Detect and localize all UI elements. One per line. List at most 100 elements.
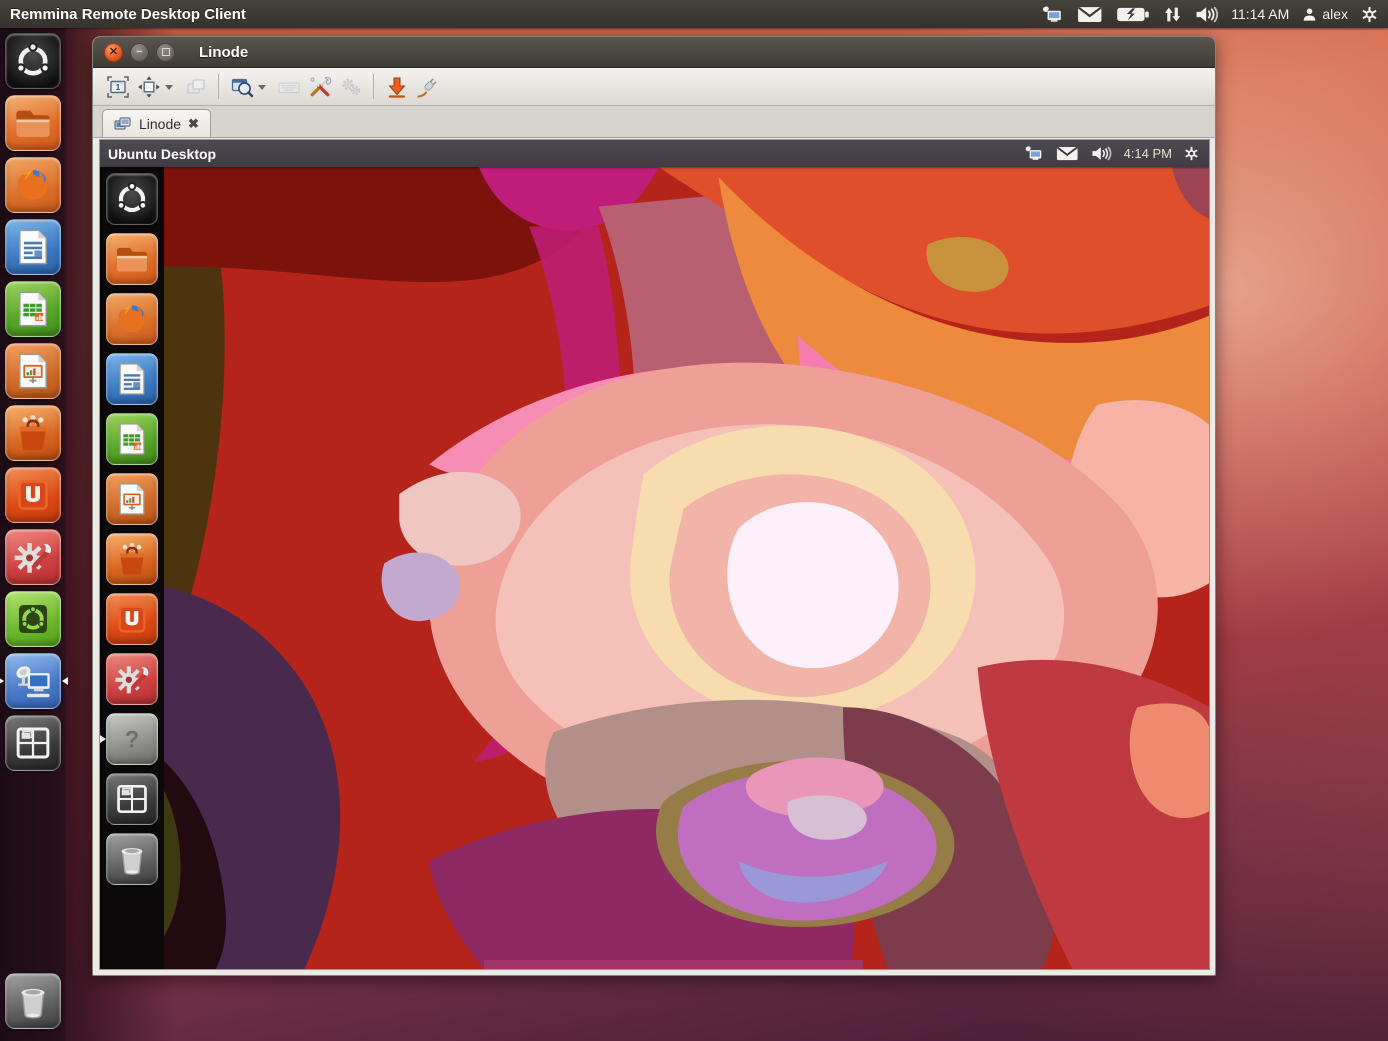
libreoffice-writer-icon <box>12 226 54 268</box>
workspace-switcher-icon <box>12 722 54 764</box>
launcher-item-system-settings[interactable] <box>5 529 61 585</box>
home-folder-icon <box>12 102 54 144</box>
firefox-icon <box>12 164 54 206</box>
volume-indicator-icon[interactable] <box>1091 145 1112 162</box>
libreoffice-impress-icon <box>113 480 151 518</box>
launcher-item-ubuntu-software-center[interactable] <box>5 405 61 461</box>
trash-icon <box>113 840 151 878</box>
remote-launcher-item-workspace-switcher[interactable] <box>106 773 158 825</box>
maximize-icon <box>162 48 170 56</box>
remote-launcher-item-unknown-app[interactable]: ? <box>106 713 158 765</box>
launcher-item-home-folder[interactable] <box>5 95 61 151</box>
remote-launcher-item-trash[interactable] <box>106 833 158 885</box>
launcher-item-libreoffice-impress[interactable] <box>5 343 61 399</box>
toolbar-scaled-viewing-button[interactable] <box>226 72 257 101</box>
svg-text:?: ? <box>125 727 140 754</box>
unknown-app-icon: ? <box>113 720 151 758</box>
remote-desktop-indicator-icon[interactable] <box>1040 6 1065 23</box>
active-app-title: Remmina Remote Desktop Client <box>10 6 246 23</box>
running-indicator <box>100 735 110 743</box>
battery-indicator-icon[interactable] <box>1116 6 1150 23</box>
remote-launcher-item-system-settings[interactable] <box>106 653 158 705</box>
remote-launcher-item-ubuntu-software-center[interactable] <box>106 533 158 585</box>
home-folder-icon <box>113 240 151 278</box>
volume-indicator-icon[interactable] <box>1195 6 1218 23</box>
maximize-button[interactable] <box>156 43 175 62</box>
toolbar-grab-keyboard-button <box>273 72 304 101</box>
remote-launcher-bottom <box>106 833 158 893</box>
running-indicator <box>0 677 8 685</box>
toolbar-fit-window-dropdown-caret[interactable] <box>165 85 173 94</box>
tab-linode[interactable]: Linode ✖ <box>102 109 211 137</box>
launcher-item-trash[interactable] <box>5 973 61 1029</box>
dash-home-icon <box>12 40 54 82</box>
toolbar-scaled-viewing-dropdown-caret[interactable] <box>258 85 266 94</box>
launcher-item-workspace-switcher[interactable] <box>5 715 61 771</box>
toolbar-disconnect-button[interactable] <box>412 72 443 101</box>
toolbar-toggle-fullscreen-button[interactable]: 1 <box>102 72 133 101</box>
libreoffice-impress-icon <box>12 350 54 392</box>
launcher-item-firefox[interactable] <box>5 157 61 213</box>
clock[interactable]: 11:14 AM <box>1231 6 1289 22</box>
launcher-item-ubuntu-software[interactable] <box>5 591 61 647</box>
system-tray: 11:14 AM alex <box>1040 6 1378 23</box>
connection-tabbar: Linode ✖ <box>93 106 1215 138</box>
remmina-toolbar: 1 <box>93 68 1215 106</box>
toolbar-duplicate-connection-button <box>180 72 211 101</box>
close-button[interactable]: ✕ <box>104 43 123 62</box>
tab-label: Linode <box>139 116 181 132</box>
system-settings-icon <box>12 536 54 578</box>
remote-desktop-indicator-icon[interactable] <box>1023 145 1045 162</box>
window-titlebar[interactable]: ✕− Linode <box>93 37 1215 68</box>
focused-indicator <box>58 677 68 685</box>
launcher-item-dash-home[interactable] <box>5 33 61 89</box>
launcher-item-libreoffice-calc[interactable] <box>5 281 61 337</box>
messages-indicator-icon[interactable] <box>1077 6 1103 23</box>
toolbar-preferences-button <box>335 72 366 101</box>
remote-session-gear-icon[interactable] <box>1184 145 1199 162</box>
tab-close-icon[interactable]: ✖ <box>188 116 199 132</box>
libreoffice-writer-icon <box>113 360 151 398</box>
username: alex <box>1322 6 1348 22</box>
remote-unity-launcher: ? <box>100 167 164 969</box>
ubuntu-one-icon <box>113 600 151 638</box>
remote-launcher-item-firefox[interactable] <box>106 293 158 345</box>
launcher-item-libreoffice-writer[interactable] <box>5 219 61 275</box>
user-menu[interactable]: alex <box>1302 6 1348 23</box>
session-gear-icon[interactable] <box>1361 6 1378 23</box>
remote-launcher-item-ubuntu-one[interactable] <box>106 593 158 645</box>
toolbar-fit-window-button[interactable] <box>133 72 164 101</box>
ubuntu-software-icon <box>12 598 54 640</box>
toolbar-tools-button[interactable] <box>304 72 335 101</box>
remmina-icon <box>12 660 54 702</box>
libreoffice-calc-icon <box>12 288 54 330</box>
window-title: Linode <box>199 44 248 61</box>
remote-system-tray: 4:14 PM <box>1023 145 1199 162</box>
minimize-button[interactable]: − <box>130 43 149 62</box>
remote-launcher-item-dash-home[interactable] <box>106 173 158 225</box>
toolbar-separator <box>218 74 219 99</box>
toolbar-minimize-to-tray-button[interactable] <box>381 72 412 101</box>
launcher-item-remmina[interactable] <box>5 653 61 709</box>
libreoffice-calc-icon <box>113 420 151 458</box>
launcher-item-ubuntu-one[interactable] <box>5 467 61 523</box>
sync-indicator-icon[interactable] <box>1163 6 1182 23</box>
top-panel: Remmina Remote Desktop Client 11:14 AM a… <box>0 0 1388 28</box>
launcher-items <box>5 33 61 777</box>
remmina-window: ✕− Linode 1 Linode ✖ <box>92 36 1216 976</box>
toolbar-separator <box>373 74 374 99</box>
remote-launcher-item-libreoffice-calc[interactable] <box>106 413 158 465</box>
dash-home-icon <box>113 180 151 218</box>
remote-launcher-item-libreoffice-writer[interactable] <box>106 353 158 405</box>
workspace-switcher-icon <box>113 780 151 818</box>
remote-launcher-item-libreoffice-impress[interactable] <box>106 473 158 525</box>
svg-text:1: 1 <box>115 83 120 92</box>
remote-panel-title: Ubuntu Desktop <box>108 146 216 162</box>
remote-clock[interactable]: 4:14 PM <box>1124 146 1172 161</box>
messages-indicator-icon[interactable] <box>1056 145 1079 162</box>
remote-launcher-item-home-folder[interactable] <box>106 233 158 285</box>
firefox-icon <box>113 300 151 338</box>
remote-session-view[interactable]: Ubuntu Desktop 4:14 PM ? <box>99 139 1210 970</box>
launcher-bottom <box>5 973 61 1035</box>
unity-launcher <box>0 28 66 1041</box>
